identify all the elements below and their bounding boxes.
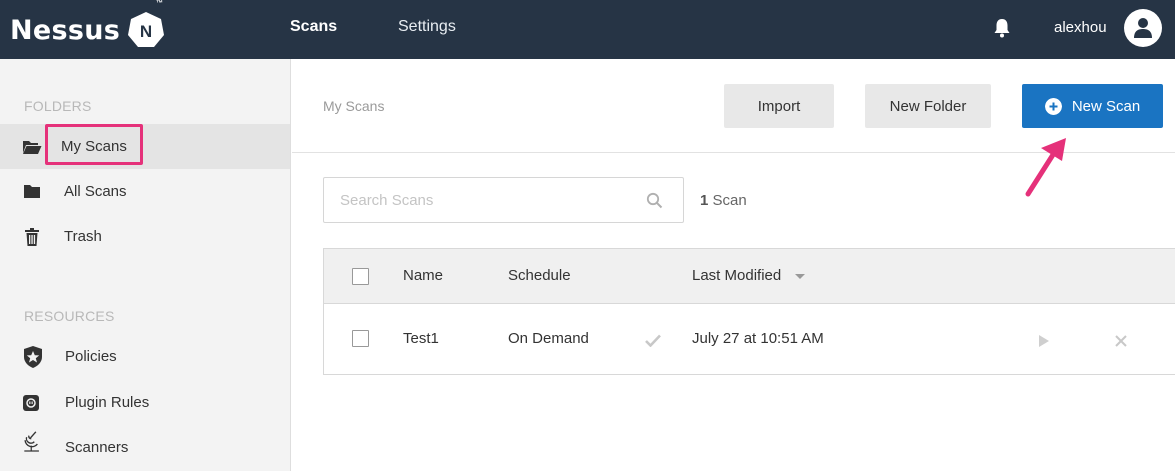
import-button-label: Import	[757, 97, 801, 115]
folder-icon	[22, 182, 42, 202]
radar-icon	[22, 431, 42, 452]
resources-heading: RESOURCES	[24, 308, 115, 324]
sidebar-item-label: Plugin Rules	[65, 394, 150, 411]
sidebar-item-scanners[interactable]: Scanners	[0, 425, 290, 470]
new-scan-button[interactable]: New Scan	[1022, 84, 1163, 128]
sidebar-item-label: My Scans	[61, 138, 127, 155]
folder-open-icon	[22, 137, 42, 157]
sort-desc-icon[interactable]	[795, 274, 805, 280]
username[interactable]: alexhou	[1054, 19, 1107, 36]
nav-settings[interactable]: Settings	[398, 18, 456, 36]
sidebar-item-my-scans[interactable]: My Scans	[0, 124, 290, 169]
search-input[interactable]	[324, 178, 624, 222]
breadcrumb: My Scans	[323, 98, 385, 114]
bell-icon[interactable]	[992, 17, 1012, 39]
top-bar: Nessus N ™ Scans Settings alexhou	[0, 0, 1175, 59]
sidebar-item-all-scans[interactable]: All Scans	[0, 169, 290, 214]
scan-count: 1 Scan	[700, 192, 747, 209]
sidebar-item-label: Scanners	[65, 439, 129, 456]
column-schedule[interactable]: Schedule	[508, 267, 571, 284]
sidebar-item-label: Policies	[65, 348, 117, 365]
import-button[interactable]: Import	[724, 84, 834, 128]
new-folder-button-label: New Folder	[889, 97, 967, 115]
column-name[interactable]: Name	[403, 267, 443, 284]
trash-icon	[22, 227, 42, 247]
scan-count-number: 1	[700, 192, 709, 209]
column-last-modified[interactable]: Last Modified	[692, 267, 781, 284]
brand-name: Nessus	[10, 14, 121, 46]
table-header: Name Schedule Last Modified	[324, 249, 1175, 304]
plus-circle-icon	[1044, 97, 1062, 115]
user-icon	[1134, 18, 1152, 38]
new-scan-button-label: New Scan	[1071, 97, 1141, 115]
sidebar-item-plugin-rules[interactable]: Plugin Rules	[0, 380, 290, 425]
nessus-logo[interactable]: Nessus N	[10, 8, 166, 52]
check-icon	[645, 334, 661, 347]
nessus-badge-icon: N	[128, 12, 165, 47]
row-checkbox[interactable]	[352, 330, 369, 347]
search-icon[interactable]	[646, 192, 663, 209]
launch-icon[interactable]	[1039, 335, 1049, 347]
scans-table: Name Schedule Last Modified Test1 On Dem…	[323, 248, 1175, 375]
main-content: My Scans Import New Folder New Scan 1 Sc…	[292, 59, 1175, 471]
folders-heading: FOLDERS	[24, 98, 92, 114]
trademark: ™	[156, 0, 163, 7]
scan-name[interactable]: Test1	[403, 330, 439, 347]
shield-star-icon	[23, 345, 43, 368]
table-row[interactable]: Test1 On Demand July 27 at 10:51 AM	[324, 305, 1175, 374]
sidebar-item-label: All Scans	[64, 183, 127, 200]
search-box[interactable]	[323, 177, 684, 223]
brand-mark: N	[140, 22, 152, 41]
sidebar: FOLDERS My Scans All Scans Trash RESOURC…	[0, 59, 291, 471]
sidebar-item-trash[interactable]: Trash	[0, 214, 290, 259]
delete-icon[interactable]	[1115, 335, 1127, 347]
sidebar-item-label: Trash	[64, 228, 102, 245]
scan-schedule: On Demand	[508, 330, 589, 347]
annotation-arrow-icon	[1025, 138, 1066, 197]
new-folder-button[interactable]: New Folder	[865, 84, 991, 128]
sidebar-item-policies[interactable]: Policies	[0, 334, 290, 379]
nav-scans[interactable]: Scans	[290, 18, 337, 36]
scan-count-label: Scan	[712, 192, 747, 209]
select-all-checkbox[interactable]	[352, 268, 369, 285]
scan-last-modified: July 27 at 10:51 AM	[692, 330, 824, 347]
avatar[interactable]	[1124, 9, 1162, 47]
plugin-icon	[21, 393, 41, 413]
